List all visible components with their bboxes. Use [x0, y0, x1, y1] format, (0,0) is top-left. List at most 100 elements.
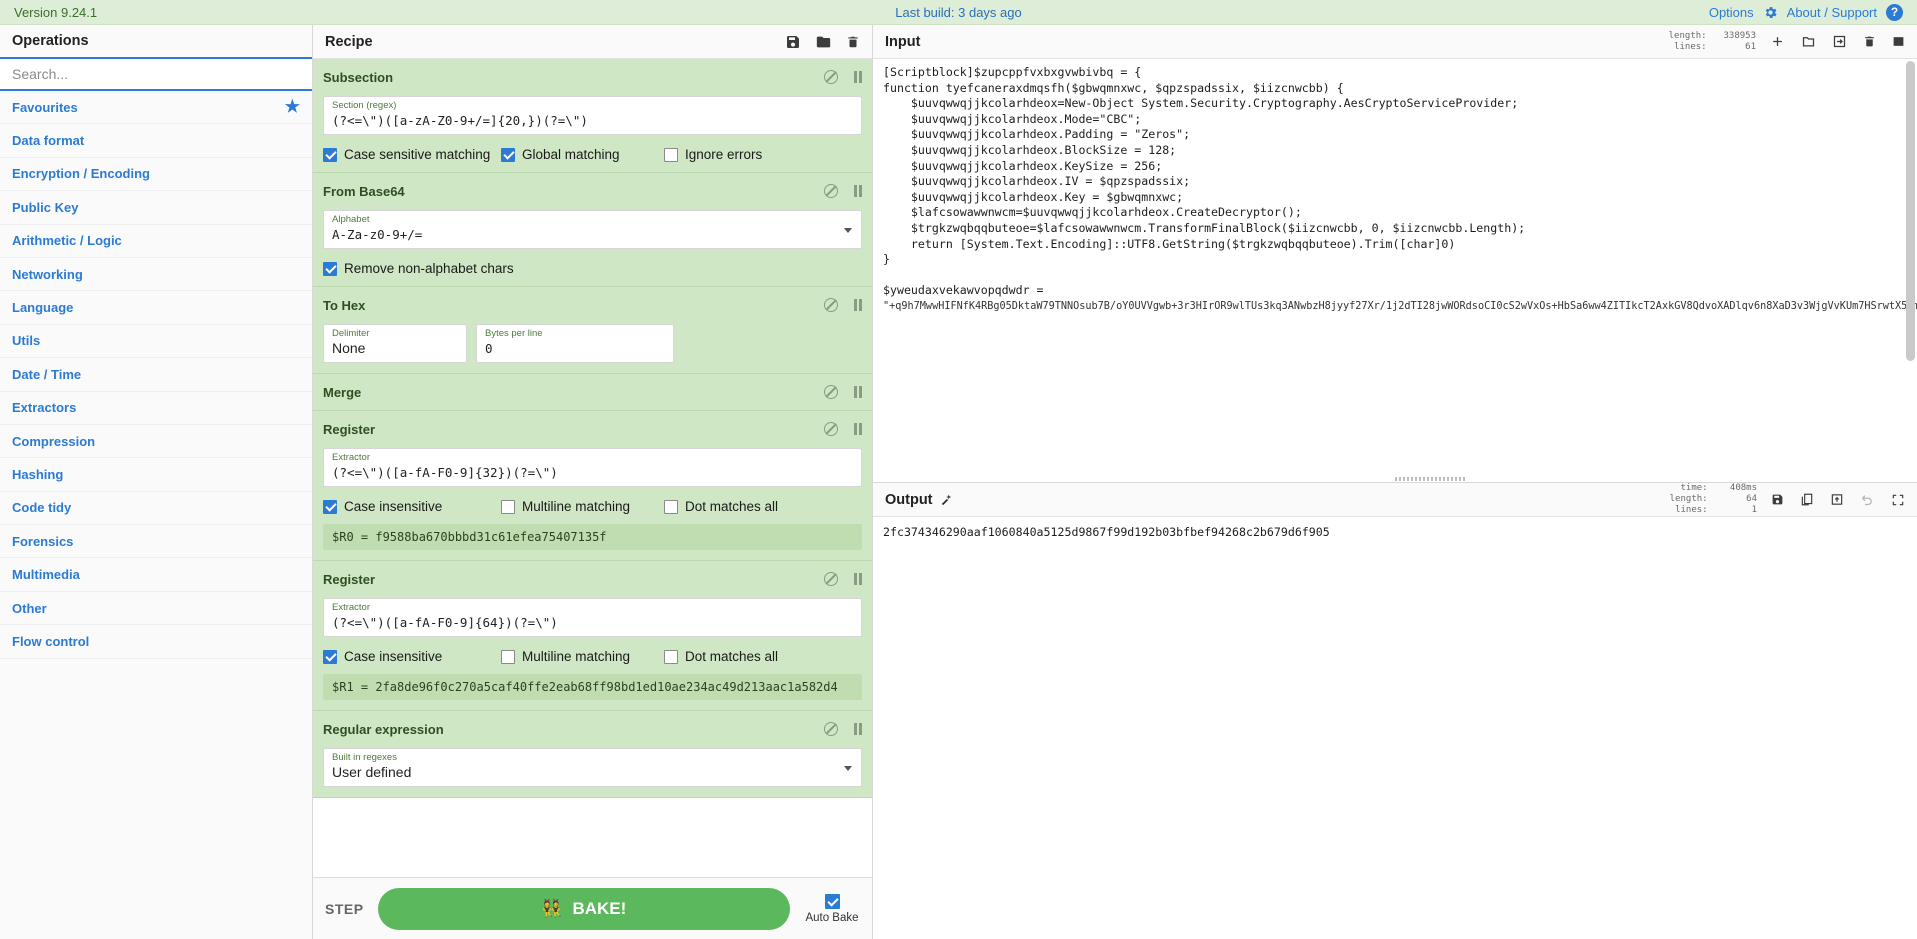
maximise-output-icon[interactable]	[1891, 493, 1905, 507]
recipe-operation[interactable]: Register Extractor (?<=\")([a-fA-F0-9]{32}…	[313, 411, 872, 561]
step-button[interactable]: STEP	[325, 901, 364, 917]
recipe-checkbox[interactable]: Global matching	[501, 147, 664, 162]
operation-category-favourites[interactable]: Favourites ★	[0, 91, 312, 125]
auto-bake-checkbox[interactable]	[824, 893, 840, 909]
recipe-operation[interactable]: Subsection Section (regex) (?<=\")([a-zA-Z…	[313, 59, 872, 173]
recipe-checkbox[interactable]: Ignore errors	[664, 147, 762, 162]
recipe-argument-value[interactable]: None	[332, 340, 458, 357]
recipe-operation[interactable]: Register Extractor (?<=\")([a-fA-F0-9]{64}…	[313, 561, 872, 711]
recipe-checkbox[interactable]: Case insensitive	[323, 499, 501, 514]
operation-category-flow-control[interactable]: Flow control	[0, 625, 312, 659]
recipe-argument-value[interactable]: User defined	[332, 764, 853, 781]
checkbox-box[interactable]	[664, 649, 678, 664]
recipe-checkbox[interactable]: Multiline matching	[501, 649, 664, 664]
recipe-checkbox[interactable]: Remove non-alphabet chars	[323, 261, 514, 276]
star-icon[interactable]: ★	[285, 97, 300, 117]
options-button[interactable]: Options	[1709, 5, 1754, 20]
recipe-operation[interactable]: To Hex Delimiter None Bytes per line 0	[313, 287, 872, 374]
pause-breakpoint-icon[interactable]	[853, 423, 862, 435]
search-input[interactable]	[0, 59, 312, 89]
operation-category-arithmetic-logic[interactable]: Arithmetic / Logic	[0, 224, 312, 258]
recipe-argument[interactable]: Extractor (?<=\")([a-fA-F0-9]{64})(?=\")	[323, 598, 862, 637]
clear-io-icon[interactable]	[1863, 34, 1876, 49]
recipe-operation[interactable]: Regular expression Built in regexes User d…	[313, 711, 872, 798]
operation-category-other[interactable]: Other	[0, 591, 312, 626]
operation-category-public-key[interactable]: Public Key	[0, 191, 312, 225]
checkbox-box[interactable]	[323, 649, 337, 664]
reset-layout-icon[interactable]	[1892, 35, 1905, 48]
operation-category-utils[interactable]: Utils	[0, 324, 312, 359]
output-textarea[interactable]: 2fc374346290aaf1060840a5125d9867f99d192b…	[873, 517, 1917, 939]
disable-operation-icon[interactable]	[823, 298, 838, 312]
pause-breakpoint-icon[interactable]	[853, 386, 862, 398]
recipe-argument-value[interactable]: (?<=\")([a-fA-F0-9]{64})(?=\")	[332, 614, 853, 631]
gear-icon[interactable]	[1763, 5, 1778, 20]
operation-category-extractors[interactable]: Extractors	[0, 391, 312, 425]
open-file-as-input-icon[interactable]	[1832, 34, 1847, 49]
recipe-argument[interactable]: Extractor (?<=\")([a-fA-F0-9]{32})(?=\")	[323, 448, 862, 487]
operation-category-multimedia[interactable]: Multimedia	[0, 558, 312, 592]
pause-breakpoint-icon[interactable]	[853, 573, 862, 585]
recipe-argument[interactable]: Alphabet A-Za-z0-9+/=	[323, 210, 862, 249]
question-mark-icon[interactable]: ?	[1886, 3, 1903, 21]
recipe-checkbox[interactable]: Case sensitive matching	[323, 147, 501, 162]
checkbox-box[interactable]	[501, 147, 515, 162]
operation-category-code-tidy[interactable]: Code tidy	[0, 491, 312, 526]
checkbox-box[interactable]	[323, 261, 337, 276]
undo-icon[interactable]	[1860, 492, 1875, 507]
input-horizontal-scrollbar[interactable]	[1395, 477, 1465, 481]
replace-input-icon[interactable]	[1830, 492, 1844, 507]
operation-category-forensics[interactable]: Forensics	[0, 525, 312, 559]
recipe-argument[interactable]: Delimiter None	[323, 324, 467, 363]
recipe-operation[interactable]: Merge	[313, 374, 872, 411]
operation-category-date-time[interactable]: Date / Time	[0, 358, 312, 392]
open-folder-icon[interactable]	[1801, 34, 1816, 49]
recipe-argument[interactable]: Built in regexes User defined	[323, 748, 862, 787]
recipe-checkbox[interactable]: Multiline matching	[501, 499, 664, 514]
checkbox-box[interactable]	[664, 499, 678, 514]
checkbox-box[interactable]	[501, 649, 515, 664]
disable-operation-icon[interactable]	[823, 572, 838, 586]
save-icon[interactable]	[785, 34, 801, 50]
save-output-icon[interactable]	[1771, 492, 1784, 507]
pause-breakpoint-icon[interactable]	[853, 185, 862, 197]
pause-breakpoint-icon[interactable]	[853, 723, 862, 735]
operation-category-networking[interactable]: Networking	[0, 257, 312, 292]
about-support-button[interactable]: About / Support	[1787, 5, 1877, 20]
input-scrollbar[interactable]	[1906, 61, 1915, 361]
disable-operation-icon[interactable]	[823, 70, 838, 84]
checkbox-box[interactable]	[501, 499, 515, 514]
recipe-argument[interactable]: Bytes per line 0	[476, 324, 674, 363]
recipe-operation-list[interactable]: Subsection Section (regex) (?<=\")([a-zA-Z…	[313, 59, 872, 877]
disable-operation-icon[interactable]	[823, 385, 838, 399]
recipe-operation[interactable]: From Base64 Alphabet A-Za-z0-9+/= Remove no…	[313, 173, 872, 287]
recipe-checkbox[interactable]: Case insensitive	[323, 649, 501, 664]
add-tab-icon[interactable]	[1770, 34, 1785, 49]
recipe-argument-value[interactable]: (?<=\")([a-fA-F0-9]{32})(?=\")	[332, 464, 853, 481]
recipe-argument-value[interactable]: 0	[485, 340, 665, 357]
checkbox-box[interactable]	[323, 147, 337, 162]
recipe-argument[interactable]: Section (regex) (?<=\")([a-zA-Z0-9+/=]{20…	[323, 96, 862, 135]
recipe-argument-value[interactable]: (?<=\")([a-zA-Z0-9+/=]{20,})(?=\")	[332, 112, 853, 129]
copy-output-icon[interactable]	[1800, 492, 1814, 507]
folder-icon[interactable]	[815, 34, 832, 50]
checkbox-box[interactable]	[323, 499, 337, 514]
trash-icon[interactable]	[846, 34, 860, 50]
operation-category-language[interactable]: Language	[0, 291, 312, 325]
auto-bake-toggle[interactable]: Auto Bake	[804, 893, 860, 924]
recipe-checkbox[interactable]: Dot matches all	[664, 649, 778, 664]
operation-category-hashing[interactable]: Hashing	[0, 458, 312, 492]
checkbox-box[interactable]	[664, 147, 678, 162]
disable-operation-icon[interactable]	[823, 722, 838, 736]
operation-category-data-format[interactable]: Data format	[0, 124, 312, 158]
disable-operation-icon[interactable]	[823, 422, 838, 436]
operation-category-compression[interactable]: Compression	[0, 424, 312, 459]
bake-button[interactable]: 👯 BAKE!	[377, 887, 790, 930]
pause-breakpoint-icon[interactable]	[853, 299, 862, 311]
input-textarea[interactable]: [Scriptblock]$zupcppfvxbxgvwbivbq = { fu…	[873, 59, 1917, 483]
recipe-checkbox[interactable]: Dot matches all	[664, 499, 778, 514]
magic-wand-icon[interactable]	[940, 492, 955, 507]
recipe-argument-value[interactable]: A-Za-z0-9+/=	[332, 226, 853, 243]
operation-category-encryption-encoding[interactable]: Encryption / Encoding	[0, 157, 312, 192]
pause-breakpoint-icon[interactable]	[853, 71, 862, 83]
